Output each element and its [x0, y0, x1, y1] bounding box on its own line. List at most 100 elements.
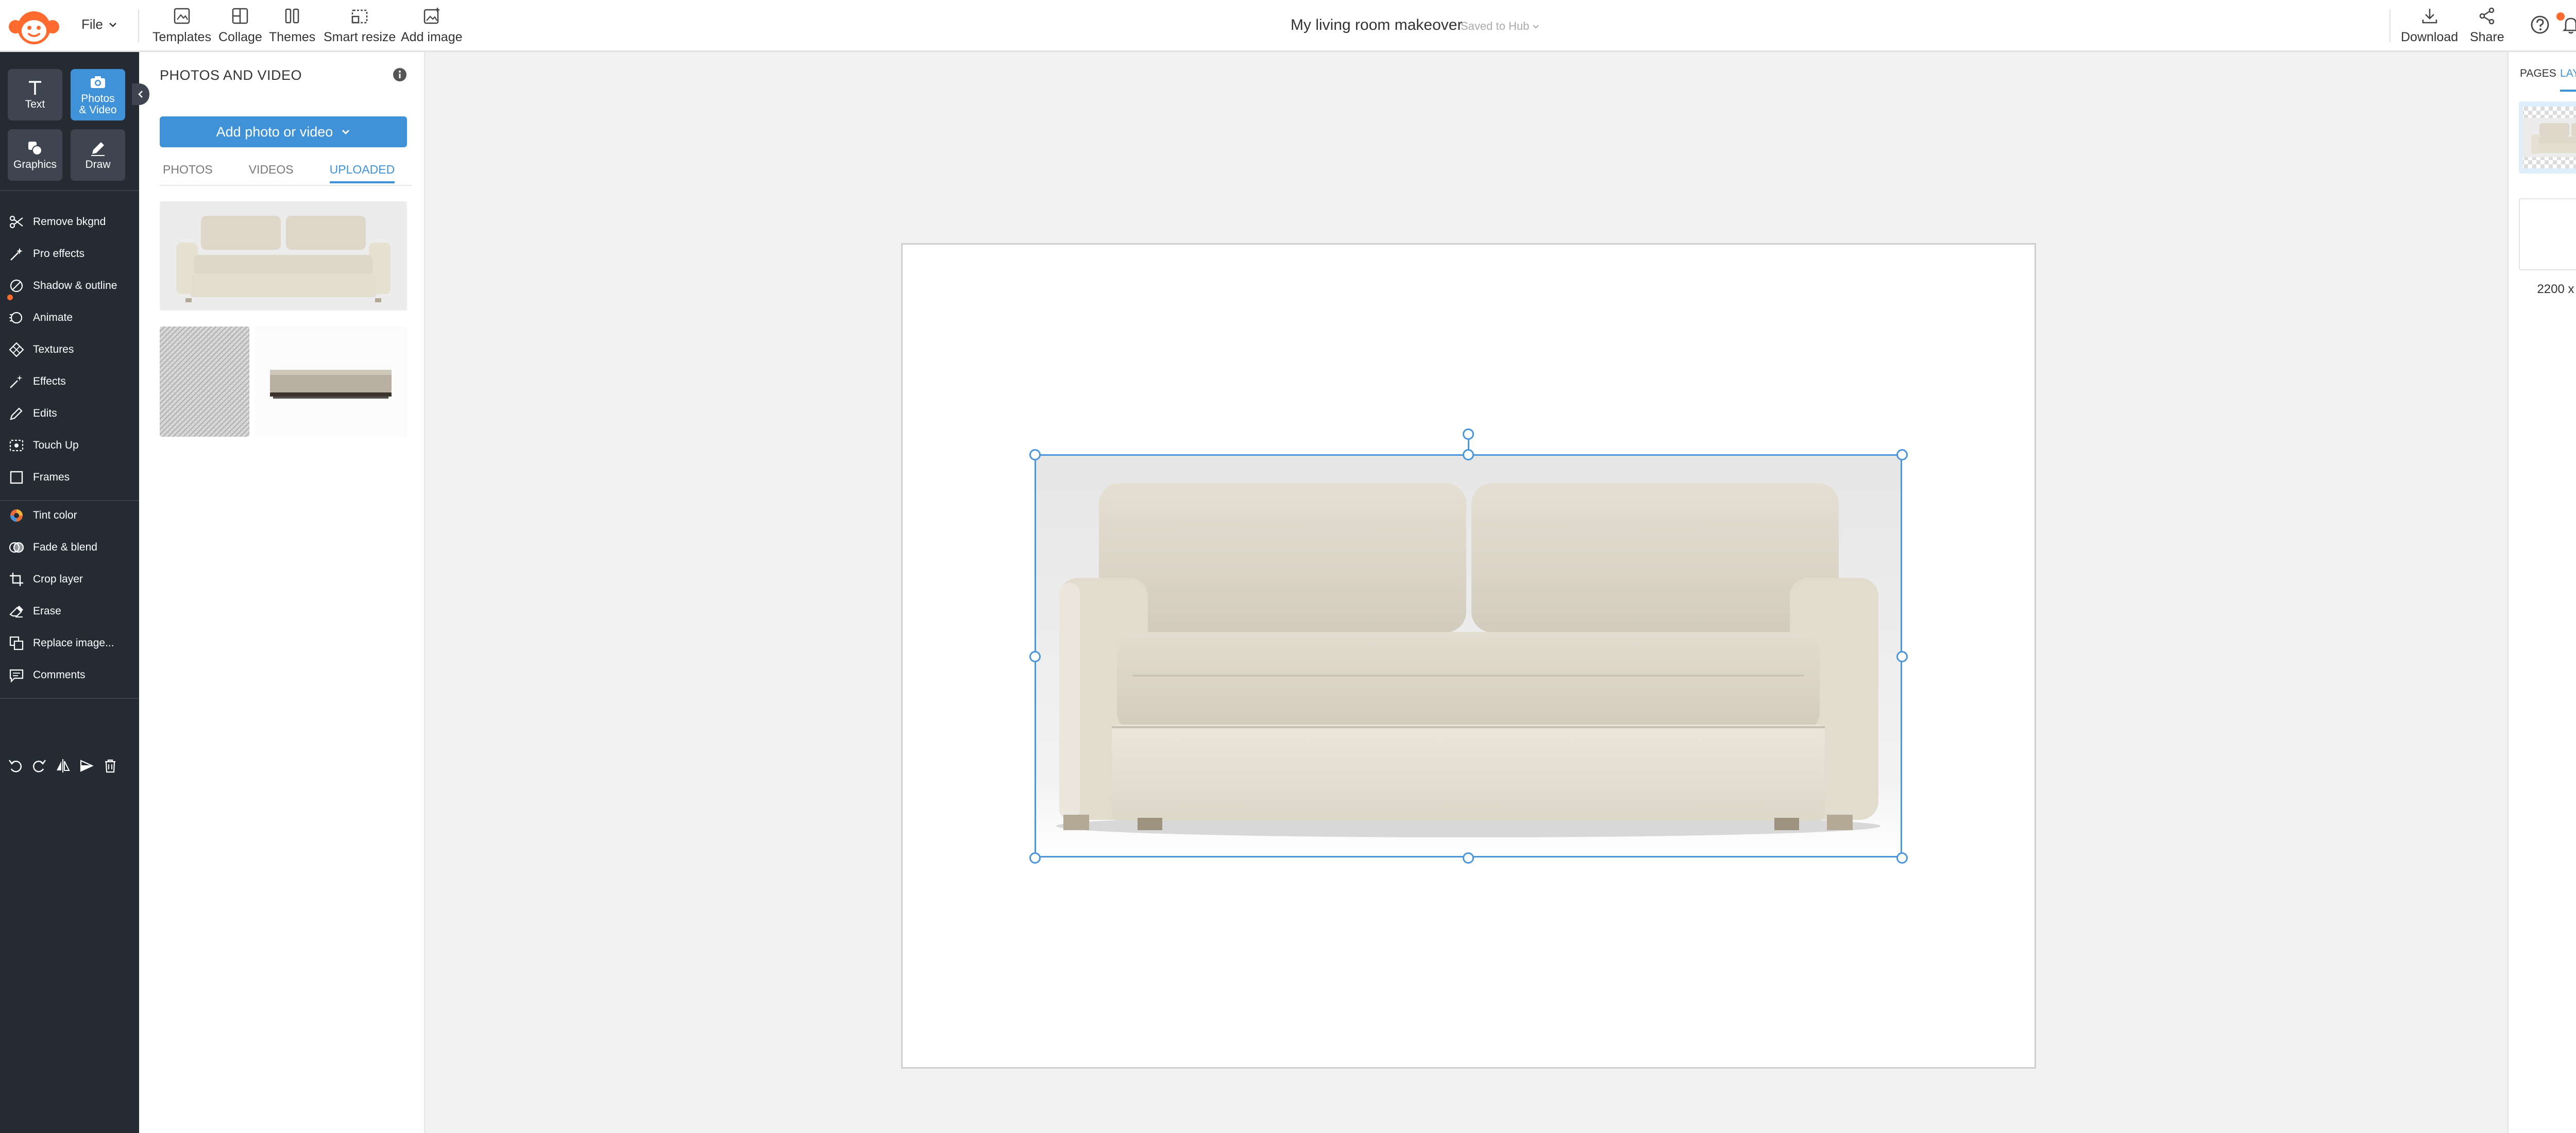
- uploaded-rug-thumbnail[interactable]: [160, 327, 249, 437]
- rail-item-label: Pro effects: [33, 248, 84, 260]
- piczo-monkey-logo[interactable]: [7, 6, 61, 47]
- document-title[interactable]: My living room makeover: [1291, 16, 1462, 34]
- rail-item-label: Textures: [33, 344, 74, 355]
- frames-icon: [10, 471, 23, 484]
- flip-vertical-icon[interactable]: [78, 758, 95, 774]
- download-button[interactable]: Download: [2401, 5, 2458, 46]
- draw-tool-tile[interactable]: Draw: [71, 129, 125, 181]
- file-menu-label: File: [81, 16, 103, 32]
- graphics-tile-label: Graphics: [13, 159, 57, 170]
- help-button[interactable]: [2530, 14, 2550, 35]
- top-toolbar: File Templates Collage Themes Smart resi…: [0, 0, 2576, 52]
- themes-label: Themes: [269, 30, 316, 44]
- text-tool-tile[interactable]: Text: [8, 69, 62, 121]
- rail-item-label: Frames: [33, 471, 70, 483]
- rotate-handle[interactable]: [1463, 428, 1474, 440]
- resize-handle-bottom-right[interactable]: [1896, 852, 1908, 864]
- file-menu[interactable]: File: [81, 16, 117, 32]
- rail-item-label: Touch Up: [33, 439, 79, 451]
- replace-image-icon: [9, 636, 24, 650]
- share-button[interactable]: Share: [2470, 5, 2504, 46]
- layer-background[interactable]: [2519, 198, 2576, 270]
- rail-item-erase[interactable]: Erase: [8, 601, 61, 622]
- rail-divider: [0, 190, 139, 191]
- smart-resize-icon: [351, 9, 368, 24]
- wooden-coffee-table-image: [255, 327, 407, 437]
- sofa-image: [160, 201, 407, 311]
- rail-item-label: Erase: [33, 605, 61, 617]
- resize-handle-bottom-left[interactable]: [1029, 852, 1041, 864]
- text-icon: [29, 81, 41, 95]
- rail-item-replace-image[interactable]: Replace image...: [8, 633, 114, 654]
- trash-icon[interactable]: [102, 758, 118, 774]
- rail-item-label: Remove bkgnd: [33, 216, 106, 228]
- crop-icon: [10, 573, 23, 586]
- notification-badge: [2556, 12, 2565, 21]
- resize-handle-left[interactable]: [1029, 651, 1041, 662]
- resize-handle-top[interactable]: [1463, 449, 1474, 460]
- photos-video-tool-tile[interactable]: Photos & Video: [71, 69, 125, 121]
- help-icon: [2531, 15, 2549, 34]
- undo-icon[interactable]: [7, 758, 24, 774]
- rail-item-label: Shadow & outline: [33, 280, 117, 291]
- resize-handle-bottom[interactable]: [1463, 852, 1474, 864]
- camera-icon: [91, 76, 105, 88]
- share-icon: [2480, 7, 2495, 25]
- save-status-label: Saved to Hub: [1461, 20, 1530, 32]
- photos-tile-label-line2: & Video: [79, 104, 117, 116]
- graphics-tool-tile[interactable]: Graphics: [8, 129, 62, 181]
- rail-item-crop-layer[interactable]: Crop layer: [8, 569, 83, 590]
- magic-wand-icon: [10, 248, 23, 261]
- templates-button[interactable]: Templates: [152, 5, 211, 46]
- rail-divider: [0, 500, 139, 501]
- rail-item-tint-color[interactable]: Tint color: [8, 505, 77, 526]
- rail-item-label: Edits: [33, 407, 57, 419]
- collage-button[interactable]: Collage: [218, 5, 262, 46]
- chevron-down-icon: [1533, 25, 1539, 29]
- tab-layers[interactable]: LAYERS: [2560, 67, 2576, 80]
- flip-horizontal-icon[interactable]: [55, 758, 71, 774]
- resize-handle-right[interactable]: [1896, 651, 1908, 662]
- draw-tile-label: Draw: [85, 159, 111, 170]
- resize-handle-top-left[interactable]: [1029, 449, 1041, 460]
- add-image-button[interactable]: Add image: [401, 5, 463, 46]
- rail-item-label: Tint color: [33, 509, 77, 521]
- download-icon: [2422, 9, 2437, 24]
- resize-handle-top-right[interactable]: [1896, 449, 1908, 460]
- pages-layers-panel: PAGES LAYERS 2200 x 1600: [2507, 52, 2576, 1133]
- eraser-icon: [9, 606, 23, 617]
- rail-item-textures[interactable]: Textures: [8, 339, 74, 360]
- rail-item-edits[interactable]: Edits: [8, 403, 57, 424]
- rail-item-comments[interactable]: Comments: [8, 665, 86, 685]
- collage-icon: [232, 8, 248, 24]
- rail-item-fade-blend[interactable]: Fade & blend: [8, 537, 97, 558]
- tab-videos[interactable]: VIDEOS: [249, 163, 294, 183]
- rail-item-shadow-outline[interactable]: Shadow & outline: [8, 276, 117, 296]
- rail-item-animate[interactable]: Animate: [8, 307, 73, 328]
- tab-pages[interactable]: PAGES: [2520, 67, 2556, 80]
- save-status[interactable]: Saved to Hub: [1461, 20, 1539, 33]
- rail-item-label: Animate: [33, 312, 73, 323]
- info-icon[interactable]: [392, 66, 408, 83]
- rail-item-label: Effects: [33, 375, 66, 387]
- effects-icon: [10, 375, 23, 388]
- tab-photos[interactable]: PHOTOS: [163, 163, 213, 183]
- rail-item-pro-effects[interactable]: Pro effects: [8, 244, 84, 264]
- smart-resize-button[interactable]: Smart resize: [324, 5, 396, 46]
- color-wheel-icon: [10, 509, 23, 522]
- fade-blend-icon: [9, 542, 24, 553]
- active-tab-indicator: [2560, 90, 2576, 92]
- rail-item-touch-up[interactable]: Touch Up: [8, 435, 79, 456]
- rail-item-remove-bkgnd[interactable]: Remove bkgnd: [8, 212, 106, 232]
- uploaded-coffee-table-thumbnail[interactable]: [255, 327, 407, 437]
- tab-uploaded[interactable]: UPLOADED: [329, 163, 395, 183]
- toolbar-divider: [138, 9, 139, 42]
- uploaded-sofa-thumbnail[interactable]: [160, 201, 407, 311]
- layer-sofa[interactable]: [2519, 101, 2576, 174]
- redo-icon[interactable]: [31, 758, 47, 774]
- chevron-left-icon: [138, 91, 143, 98]
- rail-item-frames[interactable]: Frames: [8, 467, 70, 488]
- add-photo-or-video-button[interactable]: Add photo or video: [160, 116, 407, 147]
- rail-item-effects[interactable]: Effects: [8, 371, 66, 392]
- themes-button[interactable]: Themes: [269, 5, 315, 46]
